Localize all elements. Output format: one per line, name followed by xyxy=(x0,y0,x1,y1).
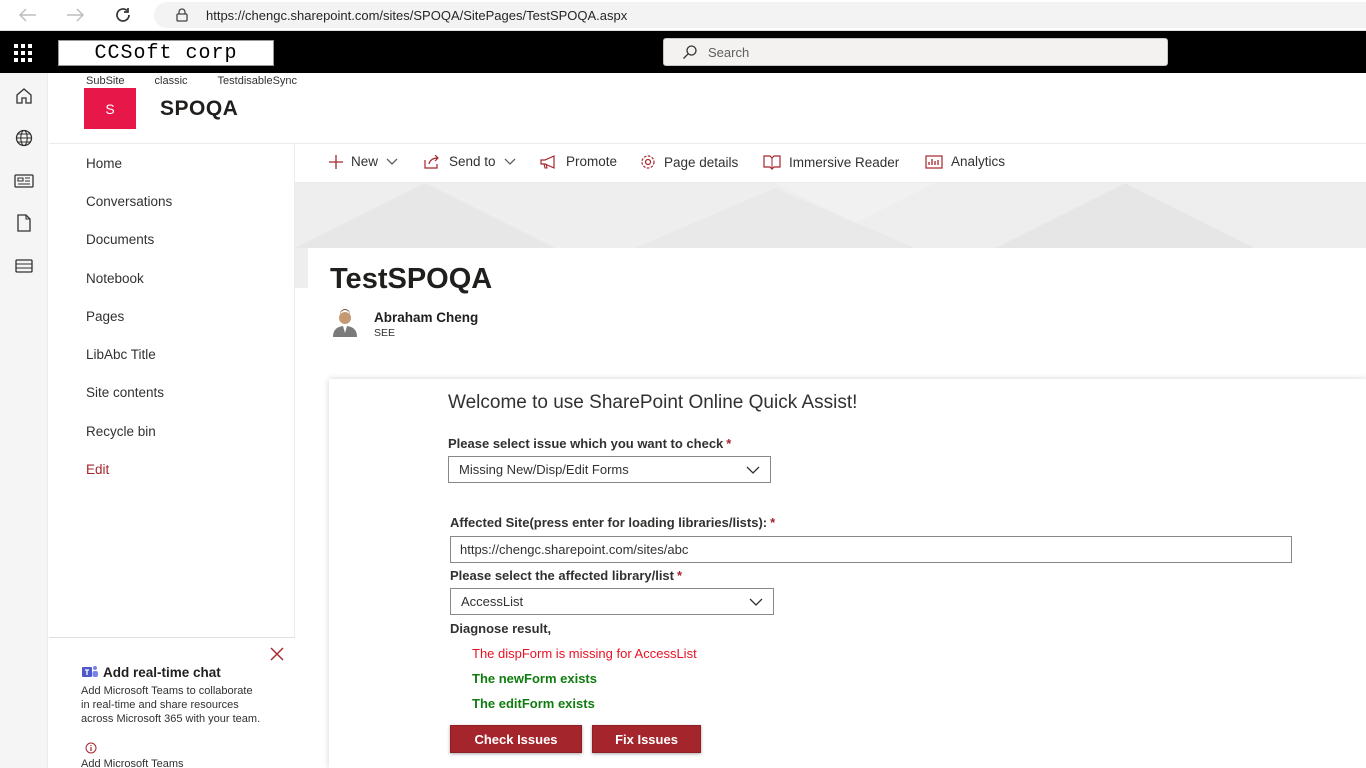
hub-link-classic[interactable]: classic xyxy=(155,75,188,87)
site-header: SubSite classic TestdisableSync S SPOQA xyxy=(49,73,1366,144)
quick-assist-heading: Welcome to use SharePoint Online Quick A… xyxy=(448,392,858,413)
hub-link-testdisablesync[interactable]: TestdisableSync xyxy=(218,75,298,87)
result-newform: The newForm exists xyxy=(472,671,597,686)
chevron-down-icon xyxy=(749,598,763,606)
immersive-reader-label: Immersive Reader xyxy=(789,154,900,170)
command-bar: New Send to Promote Page details Immersi… xyxy=(295,144,1366,183)
chevron-down-icon xyxy=(504,158,516,165)
home-icon[interactable] xyxy=(14,86,34,106)
page-title: TestSPOQA xyxy=(330,263,493,295)
chat-description: Add Microsoft Teams to collaborate in re… xyxy=(81,685,261,725)
plus-icon xyxy=(329,154,343,169)
list-icon[interactable] xyxy=(14,256,34,276)
hub-nav: SubSite classic TestdisableSync xyxy=(86,75,327,87)
author-name[interactable]: Abraham Cheng xyxy=(374,310,478,325)
page-banner xyxy=(295,183,1366,248)
chevron-down-icon xyxy=(386,158,398,165)
analytics-icon xyxy=(925,154,943,169)
required-mark: * xyxy=(677,568,683,583)
address-url: https://chengc.sharepoint.com/sites/SPOQ… xyxy=(206,7,628,23)
gear-icon xyxy=(641,155,655,169)
nav-edit-link[interactable]: Edit xyxy=(86,462,109,477)
info-icon[interactable] xyxy=(85,742,97,754)
page-details-button[interactable]: Page details xyxy=(640,154,738,170)
site-label: Affected Site(press enter for loading li… xyxy=(450,515,776,530)
fix-issues-button[interactable]: Fix Issues xyxy=(592,725,701,753)
list-select-value: AccessList xyxy=(461,594,524,609)
required-mark: * xyxy=(770,515,776,530)
issue-select[interactable]: Missing New/Disp/Edit Forms xyxy=(448,456,771,483)
news-icon[interactable] xyxy=(14,171,34,191)
send-to-button[interactable]: Send to xyxy=(424,154,516,169)
forward-button[interactable] xyxy=(63,4,87,26)
list-label: Please select the affected library/list * xyxy=(450,568,683,583)
quick-assist-webpart: Welcome to use SharePoint Online Quick A… xyxy=(329,379,1366,768)
suite-bar: CCSoft corp xyxy=(0,31,1366,73)
share-icon xyxy=(424,154,439,169)
result-dispform: The dispForm is missing for AccessList xyxy=(472,646,697,661)
analytics-label: Analytics xyxy=(951,154,1006,169)
site-url-input[interactable] xyxy=(450,536,1292,563)
refresh-icon xyxy=(116,8,130,22)
nav-item-recycle-bin[interactable]: Recycle bin xyxy=(86,424,156,439)
lock-icon xyxy=(174,7,190,23)
nav-item-home[interactable]: Home xyxy=(86,156,122,171)
promote-label: Promote xyxy=(566,154,618,169)
nav-item-documents[interactable]: Documents xyxy=(86,232,154,247)
address-bar[interactable]: https://chengc.sharepoint.com/sites/SPOQ… xyxy=(154,2,1366,28)
page-gutter xyxy=(295,248,308,288)
list-select[interactable]: AccessList xyxy=(450,588,774,615)
new-button[interactable]: New xyxy=(329,154,398,169)
issue-label: Please select issue which you want to ch… xyxy=(448,436,732,451)
immersive-reader-icon xyxy=(763,155,781,170)
arrow-right-icon xyxy=(67,8,84,22)
diagnose-label: Diagnose result, xyxy=(450,621,552,636)
app-bar xyxy=(0,73,48,768)
back-button[interactable] xyxy=(16,4,40,26)
avatar xyxy=(333,309,357,337)
result-editform: The editForm exists xyxy=(472,696,595,711)
immersive-reader-button[interactable]: Immersive Reader xyxy=(763,154,899,170)
teams-chat-panel: Add real-time chat Add Microsoft Teams t… xyxy=(49,637,295,768)
nav-item-conversations[interactable]: Conversations xyxy=(86,194,172,209)
author-role: SEE xyxy=(374,327,396,339)
left-nav: Home Conversations Documents Notebook Pa… xyxy=(49,144,295,768)
megaphone-icon xyxy=(540,154,555,169)
issue-select-value: Missing New/Disp/Edit Forms xyxy=(459,462,629,477)
hub-link-subsite[interactable]: SubSite xyxy=(86,75,125,87)
required-mark: * xyxy=(726,436,732,451)
site-logo[interactable]: S xyxy=(84,88,136,129)
app-launcher-icon[interactable] xyxy=(14,44,32,62)
new-label: New xyxy=(351,154,379,169)
arrow-left-icon xyxy=(19,8,36,22)
banner-pattern xyxy=(295,183,1255,248)
nav-item-site-contents[interactable]: Site contents xyxy=(86,385,164,400)
teams-icon xyxy=(82,666,98,677)
site-title[interactable]: SPOQA xyxy=(160,97,238,121)
check-issues-button[interactable]: Check Issues xyxy=(450,725,582,753)
chat-title: Add real-time chat xyxy=(103,664,221,680)
chat-title-row: Add real-time chat xyxy=(81,664,221,680)
nav-item-libabc-title[interactable]: LibAbc Title xyxy=(86,347,156,362)
nav-item-notebook[interactable]: Notebook xyxy=(86,271,144,286)
send-to-label: Send to xyxy=(449,154,496,169)
chevron-down-icon xyxy=(746,466,760,474)
nav-item-pages[interactable]: Pages xyxy=(86,309,124,324)
close-icon[interactable] xyxy=(269,646,285,662)
search-input[interactable] xyxy=(708,44,1108,60)
globe-icon[interactable] xyxy=(14,128,34,148)
brand-logo[interactable]: CCSoft corp xyxy=(58,40,274,66)
refresh-button[interactable] xyxy=(111,4,135,26)
page-details-label: Page details xyxy=(664,154,739,170)
promote-button[interactable]: Promote xyxy=(540,154,617,169)
browser-toolbar: https://chengc.sharepoint.com/sites/SPOQ… xyxy=(0,0,1366,31)
search-box[interactable] xyxy=(663,38,1168,66)
add-teams-link[interactable]: Add Microsoft Teams xyxy=(81,758,184,768)
file-icon[interactable] xyxy=(14,213,34,233)
analytics-button[interactable]: Analytics xyxy=(925,154,1005,169)
search-icon xyxy=(683,45,697,59)
